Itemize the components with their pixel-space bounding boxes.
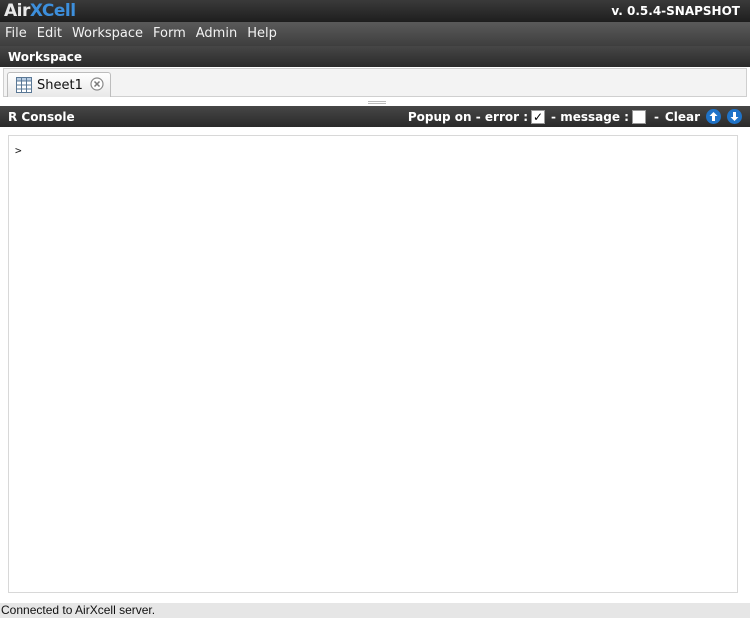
arrow-up-icon: [709, 112, 718, 121]
spreadsheet-icon: [16, 77, 32, 93]
scroll-up-button[interactable]: [706, 109, 721, 124]
arrow-down-icon: [730, 112, 739, 121]
workspace-header: Workspace: [0, 46, 750, 67]
app-logo: AirXCell: [4, 0, 76, 22]
menu-edit[interactable]: Edit: [32, 22, 67, 46]
console-controls: Popup on - error : ✓ - message : - Clear: [408, 109, 742, 124]
workspace-title: Workspace: [8, 49, 83, 64]
logo-text-air: Air: [4, 1, 30, 21]
popup-error-label: Popup on - error :: [407, 109, 529, 124]
status-text: Connected to AirXcell server.: [1, 603, 156, 617]
scroll-down-button[interactable]: [727, 109, 742, 124]
popup-error-checkbox[interactable]: ✓: [531, 109, 546, 124]
r-console-title: R Console: [8, 109, 75, 124]
menu-help[interactable]: Help: [242, 22, 282, 46]
panel-splitter-handle[interactable]: [368, 101, 386, 104]
status-bar: Connected to AirXcell server.: [0, 603, 750, 618]
close-tab-icon[interactable]: [90, 77, 104, 91]
menu-admin[interactable]: Admin: [191, 22, 242, 46]
r-console-header: R Console Popup on - error : ✓ - message…: [0, 106, 750, 127]
menu-form[interactable]: Form: [148, 22, 191, 46]
clear-button[interactable]: Clear: [665, 110, 700, 124]
menu-workspace[interactable]: Workspace: [67, 22, 148, 46]
version-label: v. 0.5.4-SNAPSHOT: [611, 4, 740, 18]
tab-sheet1[interactable]: Sheet1: [7, 72, 111, 97]
console-prompt: >: [15, 144, 22, 157]
clear-separator: -: [653, 109, 659, 124]
popup-message-label: - message :: [551, 109, 629, 124]
title-bar: AirXCell v. 0.5.4-SNAPSHOT: [0, 0, 750, 22]
menu-bar: File Edit Workspace Form Admin Help: [0, 22, 750, 46]
workspace-tabstrip: Sheet1: [3, 68, 747, 97]
logo-text-xcell: XCell: [29, 1, 76, 21]
r-console-output[interactable]: >: [8, 135, 738, 593]
tab-label: Sheet1: [37, 77, 83, 93]
menu-file[interactable]: File: [0, 22, 32, 46]
popup-message-checkbox[interactable]: [631, 109, 646, 124]
